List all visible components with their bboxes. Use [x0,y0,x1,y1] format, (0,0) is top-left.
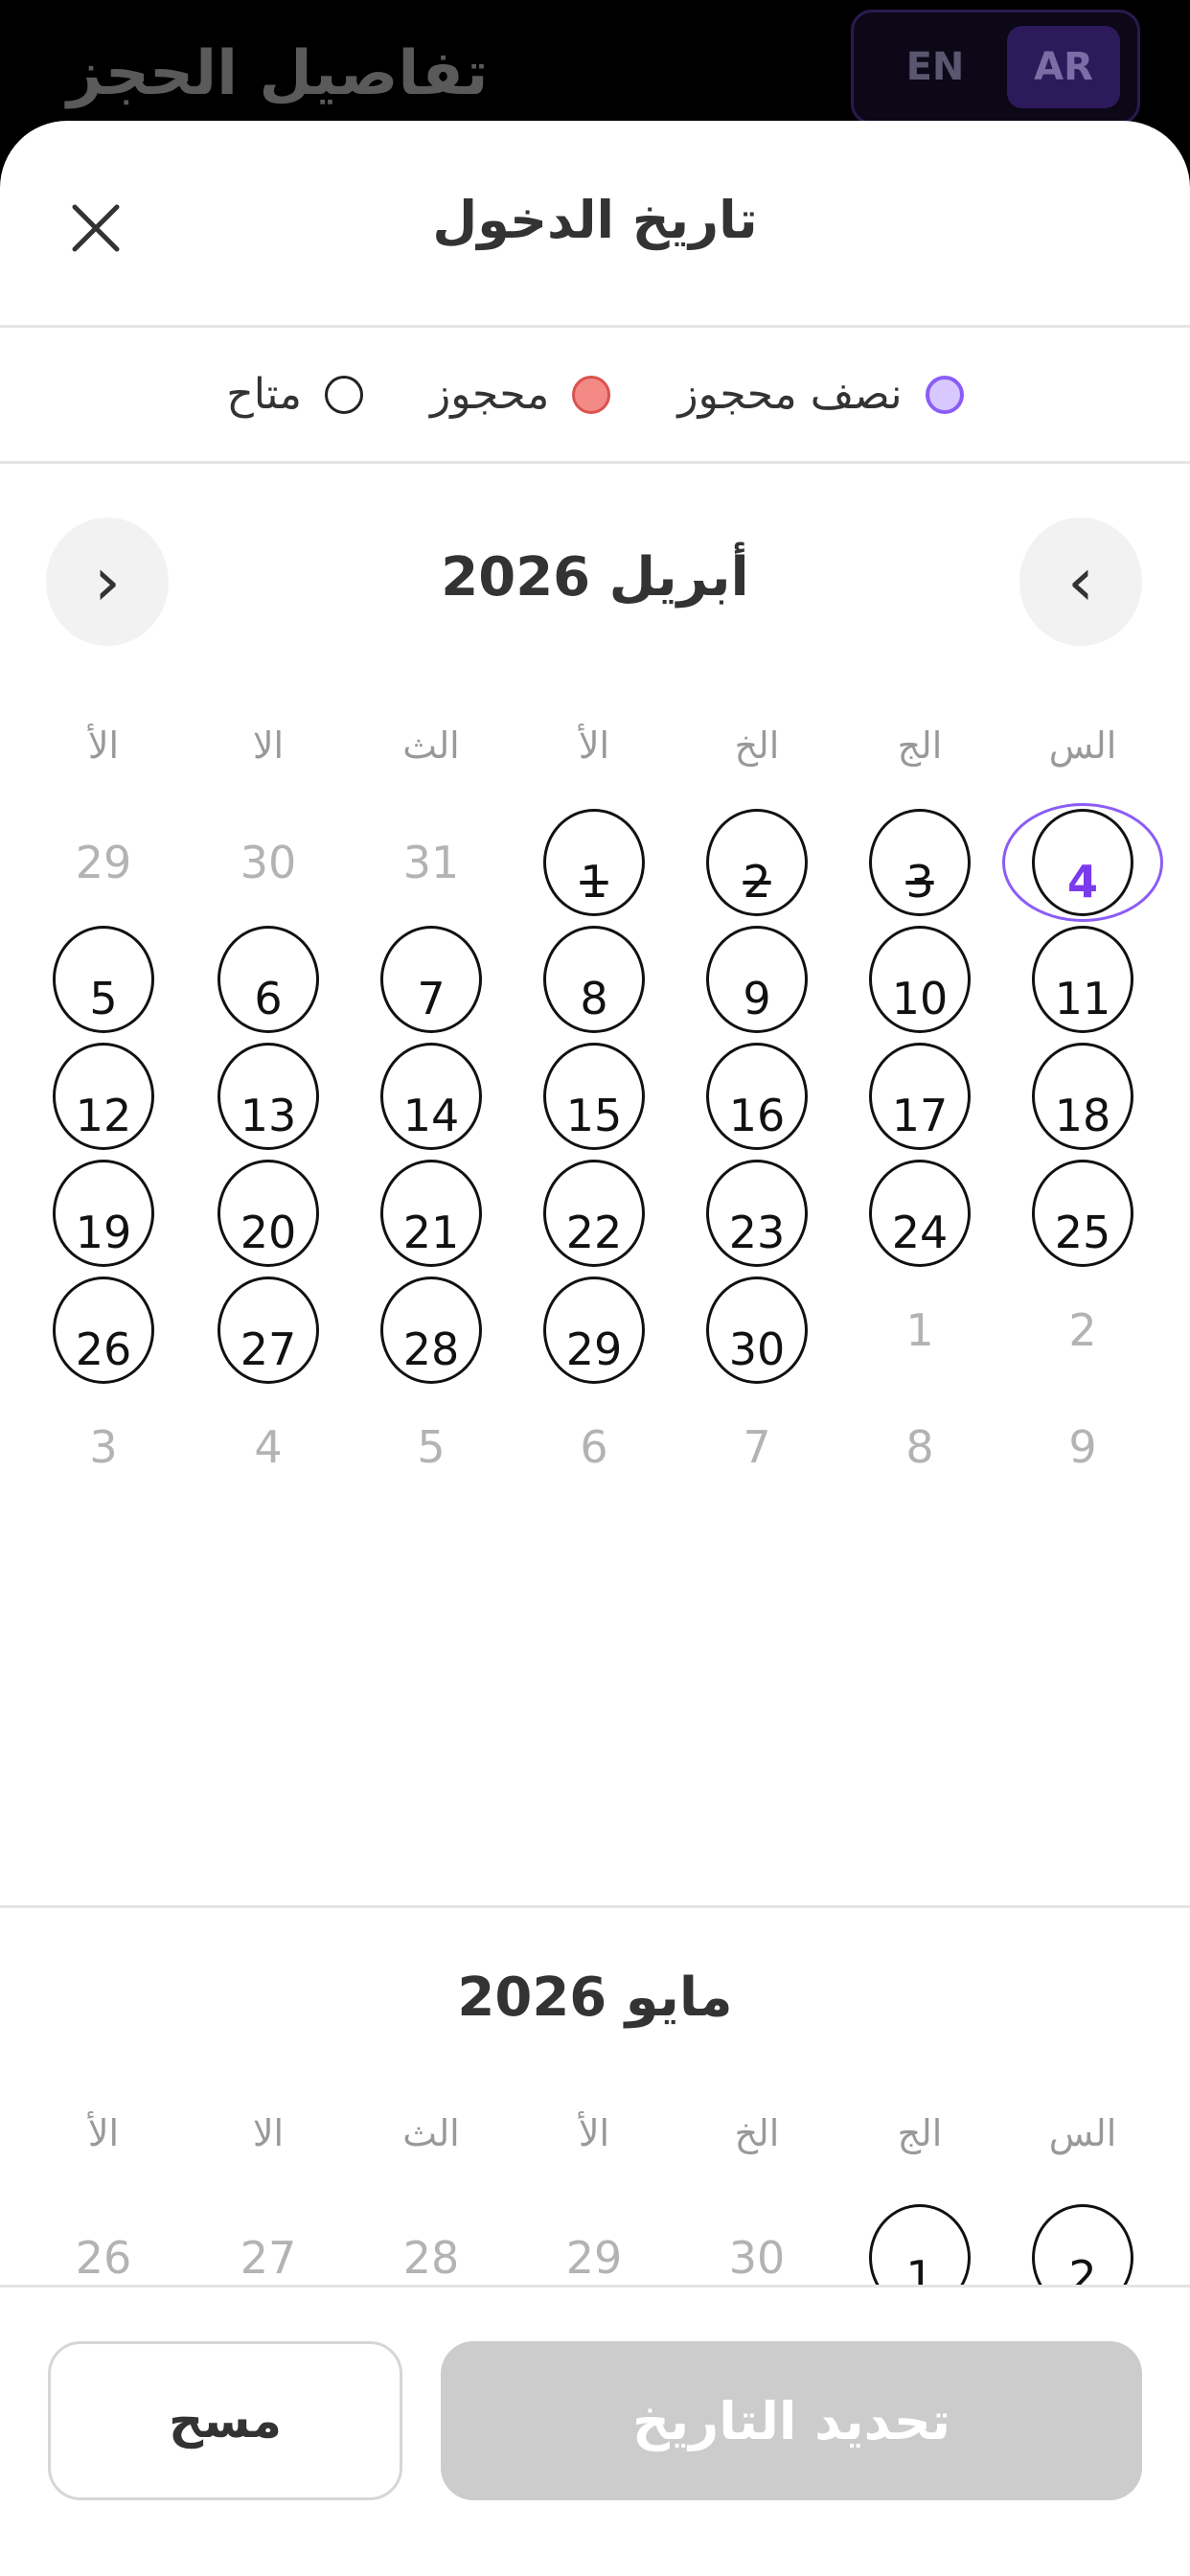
calendar-day[interactable]: 25 [1032,1160,1133,1267]
calendar-day[interactable]: 19 [53,1160,154,1267]
weekday-label: الث [402,2112,460,2154]
calendar-day-outside: 6 [580,1421,608,1473]
calendar-day[interactable]: 3 [869,809,971,916]
calendar-day[interactable]: 15 [543,1043,645,1150]
weekday-label: الأ [87,724,120,767]
legend-half-booked: نصف محجوز [677,370,964,419]
calendar-day[interactable]: 30 [706,1276,808,1384]
lang-ar-option[interactable]: AR [1007,26,1120,108]
calendar-day[interactable]: 10 [869,926,971,1033]
date-picker-sheet: تاريخ الدخول نصف محجوز محجوز متاح › أبري… [0,121,1190,2576]
calendar-day[interactable]: 28 [380,1276,482,1384]
background-header: تفاصيل الحجز EN AR [0,0,1190,134]
calendar-day[interactable]: 23 [706,1160,808,1267]
weekday-label: الأ [578,724,610,767]
next-month-button[interactable]: ‹ [1019,518,1142,646]
calendar-day-outside: 1 [905,1304,934,1356]
calendar-day[interactable]: 2 [706,809,808,916]
weekday-label: الس [1048,2112,1117,2154]
footer-actions: مسح تحديد التاريخ [0,2285,1190,2576]
calendar-day-outside: 30 [240,837,297,888]
weekday-label: الس [1048,724,1117,767]
calendar-day[interactable]: 9 [706,926,808,1033]
calendar-day[interactable]: 16 [706,1043,808,1150]
calendar-day[interactable]: 21 [380,1160,482,1267]
weekday-label: الأ [578,2112,610,2154]
weekday-header: الس الج الخ الأ الث الا الأ [0,2112,1190,2170]
availability-legend: نصف محجوز محجوز متاح [0,328,1190,464]
calendar-day[interactable]: 13 [217,1043,319,1150]
half-booked-dot-icon [925,375,964,414]
calendar-day[interactable]: 26 [53,1276,154,1384]
calendar-day-outside: 31 [402,837,460,888]
calendar-day[interactable]: 18 [1032,1043,1133,1150]
available-dot-icon [325,375,363,414]
weekday-label: الا [252,724,285,767]
month-divider [0,1905,1190,1908]
calendar-day[interactable]: 5 [53,926,154,1033]
calendar-day[interactable]: 4 [1032,809,1133,916]
weekday-label: الخ [734,2112,780,2154]
weekday-label: الأ [87,2112,120,2154]
weekday-label: الا [252,2112,285,2154]
calendar-day[interactable]: 11 [1032,926,1133,1033]
calendar-day-outside: 4 [254,1421,283,1473]
calendar-day[interactable]: 8 [543,926,645,1033]
chevron-right-icon: ‹ [1067,542,1094,621]
legend-label: متاح [226,370,302,419]
sheet-title: تاريخ الدخول [432,190,758,250]
clear-button[interactable]: مسح [48,2341,402,2500]
calendar-day[interactable]: 12 [53,1043,154,1150]
calendar-day-outside: 9 [1068,1421,1097,1473]
weekday-label: الخ [734,724,780,767]
calendar-day[interactable]: 27 [217,1276,319,1384]
language-toggle[interactable]: EN AR [851,10,1140,125]
calendar-day-outside: 5 [417,1421,446,1473]
page-title: تفاصيل الحجز [67,38,489,109]
weekday-label: الث [402,724,460,767]
calendar-day[interactable]: 29 [543,1276,645,1384]
month-title: أبريل 2026 [441,546,749,609]
calendar-day[interactable]: 1 [543,809,645,916]
calendar-day-outside: 2 [1068,1304,1097,1356]
weekday-header: الس الج الخ الأ الث الا الأ [0,724,1190,782]
calendar-day[interactable]: 6 [217,926,319,1033]
calendar-day-outside: 8 [905,1421,934,1473]
month-navigation: › أبريل 2026 ‹ [0,518,1190,646]
calendar-day[interactable]: 20 [217,1160,319,1267]
calendar-day-outside: 29 [75,837,132,888]
legend-available: متاح [226,370,363,419]
month-title: مايو 2026 [457,1966,733,2029]
legend-booked: محجوز [430,370,611,419]
sheet-header: تاريخ الدخول [0,121,1190,328]
calendar-day[interactable]: 7 [380,926,482,1033]
calendar-day[interactable]: 14 [380,1043,482,1150]
legend-label: نصف محجوز [677,370,903,419]
calendar-day[interactable]: 17 [869,1043,971,1150]
weekday-label: الج [897,724,943,767]
calendar-day-outside: 3 [89,1421,118,1473]
calendar-day-outside: 7 [743,1421,771,1473]
lang-en-option[interactable]: EN [882,32,988,103]
legend-label: محجوز [430,370,550,419]
weekday-label: الج [897,2112,943,2154]
calendar-day[interactable]: 22 [543,1160,645,1267]
booked-dot-icon [572,375,611,414]
calendar-day[interactable]: 24 [869,1160,971,1267]
set-date-button[interactable]: تحديد التاريخ [441,2341,1142,2500]
